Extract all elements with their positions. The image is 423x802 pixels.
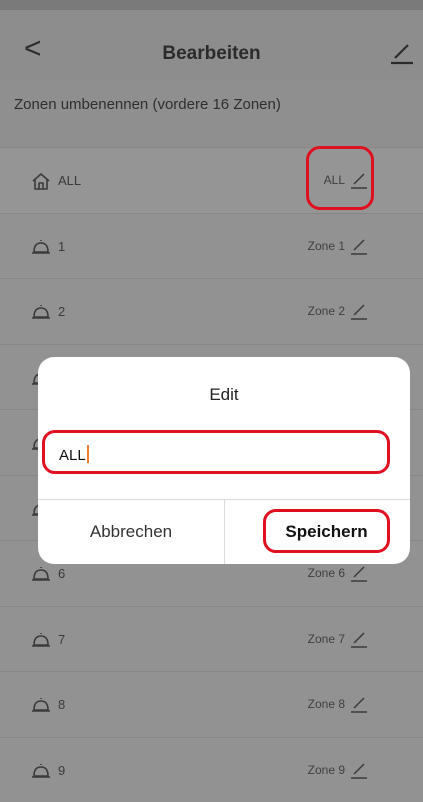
edit-dialog: Edit ALL Abbrechen Speichern <box>38 357 410 564</box>
siren-icon <box>30 629 52 651</box>
edit-pencil-icon[interactable] <box>350 695 368 713</box>
zone-label: 8 <box>58 697 65 712</box>
edit-pencil-icon[interactable] <box>350 302 368 320</box>
zone-label: 9 <box>58 763 65 778</box>
page-title: Bearbeiten <box>0 43 423 65</box>
zone-row[interactable]: 1 Zone 1 <box>0 213 423 279</box>
siren-icon <box>30 694 52 716</box>
zone-name: Zone 8 <box>308 697 345 711</box>
edit-pencil-icon[interactable] <box>350 237 368 255</box>
save-button[interactable]: Speichern <box>263 509 390 553</box>
zone-name: Zone 6 <box>308 566 345 580</box>
zone-label: 6 <box>58 566 65 581</box>
zone-row[interactable]: 8 Zone 8 <box>0 671 423 737</box>
zone-row[interactable]: 7 Zone 7 <box>0 606 423 672</box>
zone-label: 1 <box>58 239 65 254</box>
zone-row[interactable]: 2 Zone 2 <box>0 278 423 344</box>
siren-icon <box>30 563 52 585</box>
zone-name: Zone 9 <box>308 763 345 777</box>
pencil-icon[interactable] <box>389 40 415 66</box>
edit-pencil-icon[interactable] <box>350 761 368 779</box>
edit-pencil-icon[interactable] <box>350 564 368 582</box>
zone-label: 2 <box>58 304 65 319</box>
zone-name: Zone 2 <box>308 304 345 318</box>
zone-name: Zone 7 <box>308 632 345 646</box>
cancel-button[interactable]: Abbrechen <box>38 500 224 564</box>
divider <box>224 500 225 564</box>
edit-pencil-icon[interactable] <box>350 630 368 648</box>
zone-label: 7 <box>58 632 65 647</box>
dialog-title: Edit <box>38 385 410 405</box>
zone-name: Zone 1 <box>308 239 345 253</box>
screen: < Bearbeiten Zonen umbenennen (vordere 1… <box>0 0 423 778</box>
section-subtitle: Zonen umbenennen (vordere 16 Zonen) <box>14 96 281 113</box>
name-input[interactable]: ALL <box>42 430 390 474</box>
siren-icon <box>30 301 52 323</box>
siren-icon <box>30 236 52 258</box>
siren-icon <box>30 760 52 782</box>
status-bar <box>0 0 423 10</box>
zone-row[interactable]: 9 Zone 9 <box>0 737 423 802</box>
text-caret <box>87 445 89 463</box>
highlight-all-name <box>306 146 374 210</box>
zone-label: ALL <box>58 173 81 188</box>
header: < Bearbeiten <box>0 10 423 80</box>
home-icon <box>30 170 52 192</box>
name-input-value: ALL <box>59 445 89 464</box>
